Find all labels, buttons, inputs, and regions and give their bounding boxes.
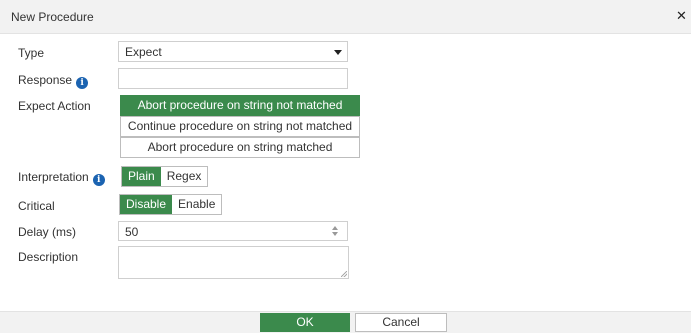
expect-option-abort-matched[interactable]: Abort procedure on string matched <box>120 137 360 158</box>
interpretation-option-plain[interactable]: Plain <box>122 167 161 186</box>
expect-action-label: Expect Action <box>18 99 91 113</box>
critical-option-enable[interactable]: Enable <box>172 195 222 214</box>
interpretation-toggle: Plain Regex <box>121 166 209 187</box>
close-icon[interactable]: ✕ <box>676 9 687 22</box>
new-procedure-dialog: New Procedure ✕ Type Expect Response i Ex… <box>0 0 691 333</box>
critical-toggle: Disable Enable <box>119 194 223 215</box>
dialog-title: New Procedure <box>11 10 94 24</box>
interpretation-option-regex[interactable]: Regex <box>160 167 208 186</box>
type-select[interactable]: Expect <box>118 41 348 62</box>
type-select-value: Expect <box>125 45 162 59</box>
delay-input[interactable]: 50 <box>118 221 348 241</box>
description-textarea[interactable] <box>118 246 349 279</box>
expect-option-abort-not-matched[interactable]: Abort procedure on string not matched <box>120 95 360 116</box>
dialog-titlebar: New Procedure ✕ <box>0 0 691 34</box>
chevron-down-icon <box>334 50 342 55</box>
ok-button[interactable]: OK <box>260 313 350 332</box>
resize-handle-icon[interactable] <box>341 271 347 277</box>
expect-option-continue-not-matched[interactable]: Continue procedure on string not matched <box>120 116 360 137</box>
delay-value: 50 <box>125 225 139 239</box>
stepper-icon[interactable] <box>332 226 340 237</box>
info-icon[interactable]: i <box>76 77 89 89</box>
interpretation-label-text: Interpretation <box>18 170 89 184</box>
info-icon[interactable]: i <box>92 174 105 186</box>
critical-option-disable[interactable]: Disable <box>120 195 173 214</box>
response-label-text: Response <box>18 73 73 87</box>
interpretation-label: Interpretation i <box>18 170 105 186</box>
type-label: Type <box>18 46 45 60</box>
cancel-button[interactable]: Cancel <box>355 313 447 332</box>
response-input[interactable] <box>118 68 348 89</box>
delay-label: Delay (ms) <box>18 225 77 239</box>
response-label: Response i <box>18 73 89 89</box>
critical-label: Critical <box>18 199 55 213</box>
description-label: Description <box>18 250 79 264</box>
